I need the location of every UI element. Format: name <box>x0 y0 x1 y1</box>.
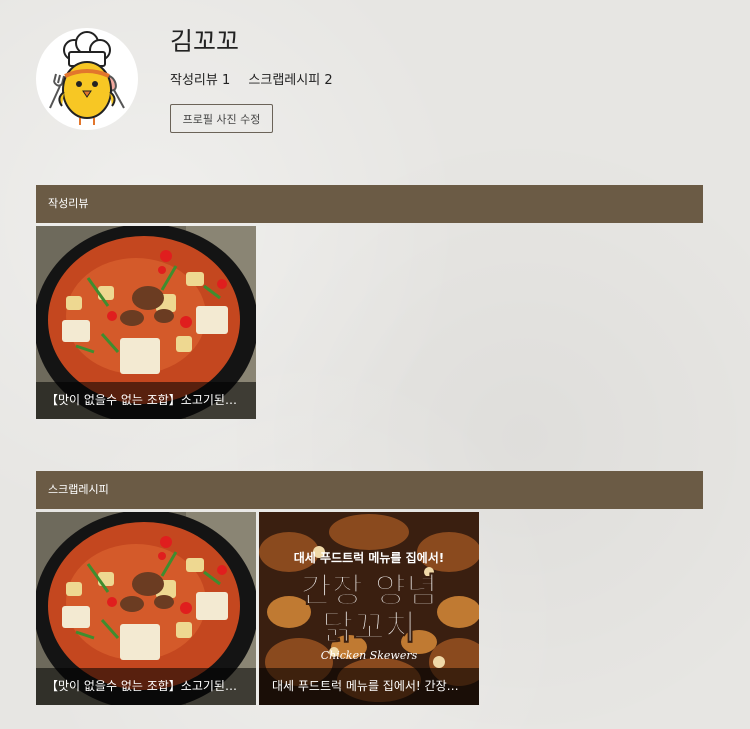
chick-chef-icon <box>49 31 125 125</box>
stat-label: 스크랩레시피 <box>248 73 321 88</box>
scrap-card[interactable]: 대세 푸드트럭 메뉴를 집에서! 간장 양념 닭꼬치 Chicken Skewe… <box>259 512 479 705</box>
review-count-stat: 작성리뷰 1 <box>170 73 234 88</box>
overlay-title-line1: 간장 양념 <box>301 571 438 611</box>
stat-label: 작성리뷰 <box>170 73 218 88</box>
scraps-section-header: 스크랩레시피 <box>36 471 703 509</box>
profile-name: 김꼬꼬 <box>170 27 240 56</box>
scrap-card[interactable]: 【맛이 없을수 없는 조합】소고기된장찌개 <box>36 512 256 705</box>
overlay-title-line2: 닭꼬치 <box>322 608 416 648</box>
scrap-count-stat: 스크랩레시피 2 <box>248 73 332 88</box>
overlay-subtitle: Chicken Skewers <box>321 649 418 662</box>
card-caption: 【맛이 없을수 없는 조합】소고기된장찌개 <box>36 382 256 419</box>
edit-profile-photo-button[interactable]: 프로필 사진 수정 <box>170 104 273 133</box>
overlay-top-line: 대세 푸드트럭 메뉴를 집에서! <box>294 550 445 565</box>
stat-count: 1 <box>221 73 231 88</box>
review-card[interactable]: 【맛이 없을수 없는 조합】소고기된장찌개 <box>36 226 256 419</box>
profile-stats: 작성리뷰 1 스크랩레시피 2 <box>170 72 347 90</box>
card-caption: 【맛이 없을수 없는 조합】소고기된장찌개 <box>36 668 256 705</box>
stat-count: 2 <box>324 73 333 88</box>
reviews-section-header: 작성리뷰 <box>36 185 703 223</box>
avatar <box>36 28 138 130</box>
card-caption: 대세 푸드트럭 메뉴를 집에서! 간장양념닭꼬치 <box>259 668 479 705</box>
